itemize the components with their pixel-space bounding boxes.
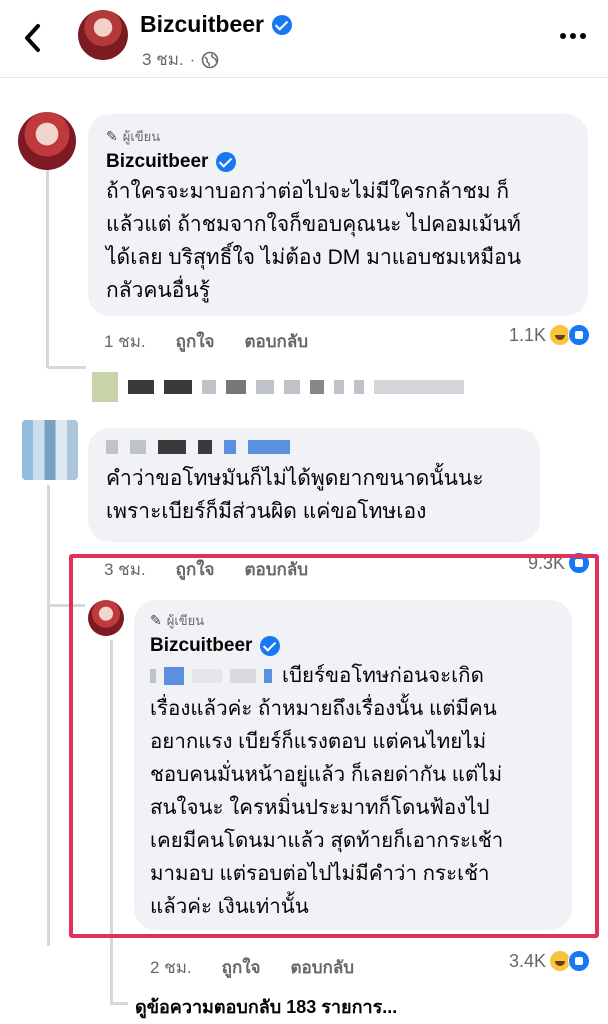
commenter-avatar[interactable] (18, 112, 76, 170)
censored-block (164, 380, 192, 394)
commenter-avatar[interactable] (22, 420, 78, 480)
censored-block (128, 380, 154, 394)
censored-reply-preview[interactable] (92, 372, 464, 402)
thread-line (46, 168, 49, 368)
comment-line: แล้วค่ะ เงินเท่านั้น (150, 895, 309, 918)
reaction-summary[interactable]: 1.1K (509, 324, 590, 346)
censored-block (354, 380, 364, 394)
censored-block (158, 440, 186, 454)
comment-text: เบียร์ขอโทษก่อนจะเกิด เรื่องแล้วค่ะ ถ้าห… (150, 659, 556, 923)
comment-line-text: เบียร์ขอโทษก่อนจะเกิด (282, 664, 484, 687)
reaction-summary[interactable]: 3.4K (509, 950, 590, 972)
reaction-count[interactable]: 1.1K (509, 325, 546, 346)
censored-block (256, 380, 274, 394)
censored-block (284, 380, 300, 394)
commenter-name-row[interactable]: Bizcuitbeer (150, 635, 556, 657)
like-button[interactable]: ถูกใจ (176, 328, 215, 355)
view-more-replies-link[interactable]: ดูข้อความตอบกลับ 183 รายการ... (135, 992, 397, 1021)
comment-line: เรื่องแล้วค่ะ ถ้าหมายถึงเรื่องนั้น แต่มี… (150, 697, 497, 720)
author-tag-label: ผู้เขียน (166, 613, 205, 628)
comment-line: เคยมีคนโดนมาแล้ว สุดท้ายก็เอากระเช้า (150, 829, 504, 852)
author-tag: ✎ ผู้เขียน (150, 610, 556, 631)
comment-text: ถ้าใครจะมาบอกว่าต่อไปจะไม่มีใครกล้าชม ก็… (106, 175, 570, 307)
comment-line: เบียร์ขอโทษก่อนจะเกิด (150, 659, 556, 692)
commenter-avatar[interactable] (88, 600, 124, 636)
comment-line: ชอบคนมั่นหน้าอยู่แล้ว ก็เลยด่ากัน แต่ไม่ (150, 763, 503, 786)
page-avatar[interactable] (78, 10, 128, 60)
comment-line: ได้เลย บริสุทธิ์ใจ ไม่ต้อง DM มาแอบชมเหม… (106, 246, 522, 269)
comment-line: เพราะเบียร์ก็มีส่วนผิด แค่ขอโทษเอง (106, 500, 427, 523)
censored-block (106, 440, 118, 454)
like-reaction-icon (568, 324, 590, 346)
comment-line: มามอบ แต่รอบต่อไปไม่มีคำว่า กระเช้า (150, 862, 490, 885)
thread-line (47, 606, 50, 946)
censored-block (224, 440, 236, 454)
commenter-name[interactable]: Bizcuitbeer (150, 635, 252, 657)
dot-separator: · (189, 49, 196, 69)
commenter-name[interactable]: Bizcuitbeer (106, 151, 208, 173)
censored-commenter-name[interactable] (106, 440, 522, 454)
commenter-name-row[interactable]: Bizcuitbeer (106, 151, 570, 173)
censored-block (164, 666, 184, 685)
reply-button[interactable]: ตอบกลับ (245, 328, 309, 355)
like-button[interactable]: ถูกใจ (222, 954, 261, 981)
censored-block (130, 440, 146, 454)
verified-icon (216, 152, 237, 172)
post-meta: 3 ชม. · (142, 46, 219, 73)
pencil-icon: ✎ (150, 612, 162, 628)
page-name-row[interactable]: Bizcuitbeer (140, 11, 292, 38)
censored-avatar (92, 372, 118, 402)
comment-bubble[interactable]: ✎ ผู้เขียน Bizcuitbeer เบียร์ขอโทษก่อนจะ… (134, 600, 572, 930)
censored-block (248, 440, 290, 454)
comment-line: อยากแรง เบียร์ก็แรงตอบ แต่คนไทยไม่ (150, 730, 487, 753)
more-icon[interactable] (558, 26, 588, 46)
pencil-icon: ✎ (106, 128, 118, 144)
censored-block (226, 380, 246, 394)
comment-line: แล้วแต่ ถ้าชมจากใจก็ขอบคุณนะ ไปคอมเม้นท์ (106, 213, 521, 236)
censored-block (264, 668, 272, 683)
back-icon[interactable] (18, 20, 48, 56)
page-name[interactable]: Bizcuitbeer (140, 11, 264, 38)
thread-line (110, 1002, 128, 1005)
reaction-count[interactable]: 3.4K (509, 951, 546, 972)
author-tag-label: ผู้เขียน (122, 129, 161, 144)
post-time[interactable]: 3 ชม. (142, 46, 184, 73)
censored-block (202, 380, 216, 394)
censored-block (334, 380, 344, 394)
censored-block (310, 380, 324, 394)
comment-text: คำว่าขอโทษมันก็ไม่ได้พูดยากขนาดนั้นนะ เพ… (106, 462, 522, 528)
censored-block (198, 440, 212, 454)
censored-block (374, 380, 464, 394)
censored-block (230, 668, 256, 683)
comment-actions: 2 ชม. ถูกใจ ตอบกลับ (150, 954, 354, 981)
censored-block (192, 668, 222, 683)
globe-icon (202, 51, 219, 68)
comment-time[interactable]: 1 ชม. (104, 328, 146, 355)
comment-bubble[interactable]: ✎ ผู้เขียน Bizcuitbeer ถ้าใครจะมาบอกว่าต… (88, 114, 588, 316)
author-tag: ✎ ผู้เขียน (106, 126, 570, 147)
comment-bubble[interactable]: คำว่าขอโทษมันก็ไม่ได้พูดยากขนาดนั้นนะ เพ… (88, 428, 540, 542)
comment-line: กลัวคนอื่นรู้ (106, 279, 211, 302)
post-header: Bizcuitbeer 3 ชม. · (0, 0, 608, 78)
comment-line: ถ้าใครจะมาบอกว่าต่อไปจะไม่มีใครกล้าชม ก็ (106, 180, 510, 203)
verified-icon (271, 14, 292, 35)
thread-line (46, 366, 86, 369)
comment-time[interactable]: 2 ชม. (150, 954, 192, 981)
verified-icon (260, 636, 281, 656)
like-reaction-icon (568, 950, 590, 972)
comment-line: สนใจนะ ใครหมิ่นประมาทก็โดนฟ้องไป (150, 796, 490, 819)
thread-line (47, 485, 50, 605)
censored-block (150, 668, 156, 683)
censored-mention[interactable] (150, 666, 272, 685)
reply-button[interactable]: ตอบกลับ (291, 954, 355, 981)
comment-line: คำว่าขอโทษมันก็ไม่ได้พูดยากขนาดนั้นนะ (106, 467, 484, 490)
comment-actions: 1 ชม. ถูกใจ ตอบกลับ (104, 328, 308, 355)
